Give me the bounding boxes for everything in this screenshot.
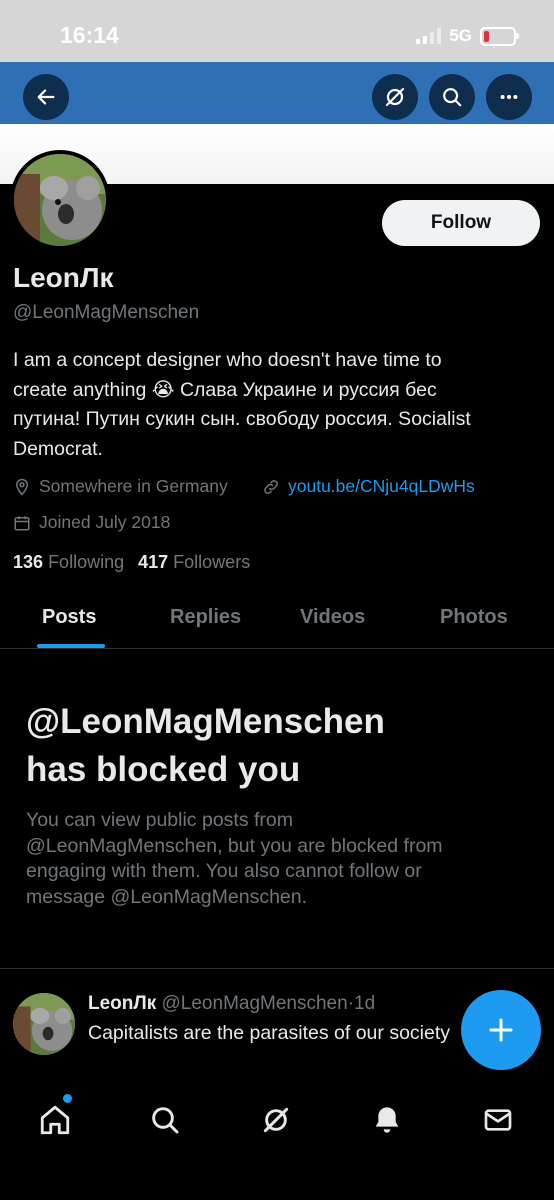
home-notification-dot (63, 1094, 72, 1103)
nav-search[interactable] (145, 1100, 185, 1140)
calendar-icon (14, 515, 30, 530)
blocked-body-line: engaging with them. You also cannot foll… (26, 860, 422, 882)
koala-avatar-image (13, 993, 75, 1055)
notifications-bell-icon (375, 1107, 399, 1133)
location-pin-icon (15, 478, 29, 496)
nav-messages[interactable] (478, 1100, 518, 1140)
grok-icon (385, 87, 405, 107)
koala-avatar-image (14, 154, 106, 246)
arrow-left-icon (37, 89, 55, 105)
bottom-navigation (0, 1082, 554, 1200)
bio-line: Democrat. (13, 437, 103, 460)
blocked-title: @LeonMagMenschen has blocked you (26, 698, 526, 794)
grok-icon (263, 1107, 289, 1133)
post-time: 1d (354, 993, 376, 1014)
blocked-title-line: has blocked you (26, 750, 301, 789)
following-stat[interactable]: 136 Following (13, 552, 124, 573)
search-icon (152, 1107, 179, 1134)
bio-line: create anything 😭 Слава Украине и руссия… (13, 378, 437, 401)
post-author-handle[interactable]: @LeonMagMenschen (162, 993, 348, 1014)
bio-line: I am a concept designer who doesn't have… (13, 349, 442, 371)
post-overflow-text (88, 1072, 528, 1082)
post-header: LeonЛк @LeonMagMenschen·1d (88, 993, 375, 1015)
grok-button[interactable] (372, 74, 418, 120)
search-button[interactable] (429, 74, 475, 120)
follow-button[interactable]: Follow (382, 200, 540, 246)
post-avatar[interactable] (13, 993, 75, 1055)
blocked-title-line: @LeonMagMenschen (26, 702, 385, 741)
home-icon (40, 1105, 70, 1135)
nav-notifications[interactable] (367, 1100, 407, 1140)
blocked-body-line: You can view public posts from (26, 809, 294, 831)
active-tab-indicator (37, 644, 105, 648)
profile-joined: Joined July 2018 (13, 512, 170, 533)
followers-stat[interactable]: 417 Followers (138, 552, 250, 573)
blocked-description: You can view public posts from @LeonMagM… (26, 808, 516, 910)
battery-icon (480, 26, 519, 46)
profile-website[interactable]: youtu.be/CNju4qLDwHs (262, 476, 475, 497)
website-link[interactable]: youtu.be/CNju4qLDwHs (288, 476, 475, 497)
search-icon (443, 88, 462, 107)
status-bar: 16:14 5G (0, 0, 554, 62)
status-time: 16:14 (60, 22, 119, 48)
post-text[interactable]: Capitalists are the parasites of our soc… (88, 1022, 468, 1045)
link-icon (264, 479, 278, 494)
nav-grok[interactable] (256, 1100, 296, 1140)
profile-tabs: Posts Replies Videos Photos (0, 590, 554, 649)
tab-photos[interactable]: Photos (440, 606, 508, 629)
more-button[interactable] (486, 74, 532, 120)
plus-icon (489, 1018, 513, 1042)
tab-videos[interactable]: Videos (300, 606, 365, 629)
signal-strength-icon (416, 28, 442, 44)
nav-home[interactable] (35, 1100, 75, 1140)
compose-post-button[interactable] (461, 990, 541, 1070)
joined-text: Joined July 2018 (39, 512, 171, 532)
profile-handle: @LeonMagMenschen (13, 302, 200, 323)
bio-line: путина! Путин сукин сын. свободу россия.… (13, 408, 471, 430)
status-indicators: 5G (416, 26, 519, 46)
profile-display-name: LeonЛк (13, 262, 114, 293)
blocked-body-line: @LeonMagMenschen, but you are blocked fr… (26, 834, 443, 857)
followers-label: Followers (173, 552, 251, 572)
tab-replies[interactable]: Replies (170, 606, 241, 629)
tab-posts[interactable]: Posts (42, 606, 96, 629)
profile-location: Somewhere in Germany (13, 476, 228, 497)
more-horizontal-icon (500, 94, 518, 100)
network-type: 5G (449, 26, 472, 45)
profile-bio: I am a concept designer who doesn't have… (13, 346, 543, 464)
follow-stats: 136 Following 417 Followers (13, 552, 250, 573)
following-count: 136 (13, 552, 44, 572)
back-button[interactable] (23, 74, 69, 120)
following-label: Following (48, 552, 125, 572)
section-divider (0, 968, 554, 969)
location-text: Somewhere in Germany (39, 476, 228, 496)
profile-avatar[interactable] (10, 150, 110, 250)
messages-mail-icon (484, 1109, 512, 1131)
post-author-name[interactable]: LeonЛк (88, 993, 156, 1014)
blocked-body-line: message @LeonMagMenschen. (26, 885, 308, 908)
followers-count: 417 (138, 552, 169, 572)
